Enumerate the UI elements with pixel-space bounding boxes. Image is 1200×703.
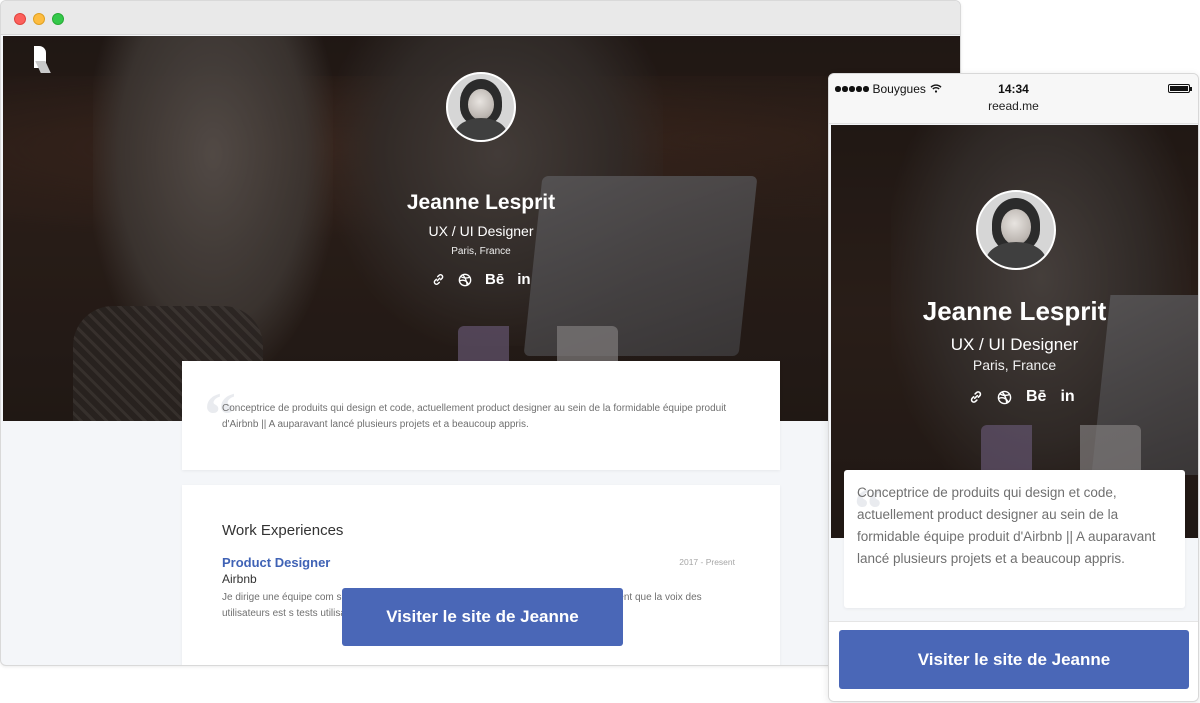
reead-logo-icon[interactable] — [34, 46, 52, 74]
profile-name: Jeanne Lesprit — [406, 191, 556, 214]
visit-site-button[interactable]: Visiter le site de Jeanne — [342, 588, 623, 646]
status-time: 14:34 — [998, 82, 1029, 96]
social-links: Bē in — [432, 271, 531, 288]
bio-card: “ Conceptrice de produits qui design et … — [182, 361, 780, 470]
mobile-status-bar: Bouygues 14:34 reead.me — [829, 74, 1198, 124]
mobile-device-frame: Bouygues 14:34 reead.me Jeanne Lesprit U… — [828, 73, 1199, 702]
browser-titlebar — [1, 1, 960, 35]
linkedin-icon[interactable]: in — [1060, 388, 1074, 406]
mobile-bio-card: “ Conceptrice de produits qui design et … — [844, 470, 1185, 608]
job-company: Airbnb — [222, 572, 257, 586]
dribbble-icon[interactable] — [997, 390, 1012, 405]
mobile-visit-site-button[interactable]: Visiter le site de Jeanne — [839, 630, 1189, 689]
profile-avatar — [446, 72, 516, 142]
behance-icon[interactable]: Bē — [485, 271, 504, 288]
link-icon[interactable] — [432, 273, 445, 286]
behance-icon[interactable]: Bē — [1026, 388, 1046, 406]
linkedin-icon[interactable]: in — [517, 271, 530, 288]
desktop-browser-window: Jeanne Lesprit UX / UI Designer Paris, F… — [0, 0, 961, 666]
mobile-profile-avatar — [976, 190, 1056, 270]
mobile-profile-title: UX / UI Designer — [950, 335, 1079, 354]
mobile-bio-text: Conceptrice de produits qui design et co… — [857, 485, 1156, 566]
mobile-profile-name: Jeanne Lesprit — [922, 296, 1107, 326]
dribbble-icon[interactable] — [458, 273, 472, 287]
battery-icon — [1168, 84, 1192, 93]
address-bar-url[interactable]: reead.me — [829, 99, 1198, 113]
mobile-social-links: Bē in — [969, 388, 1075, 406]
close-window-button[interactable] — [14, 13, 26, 25]
maximize-window-button[interactable] — [52, 13, 64, 25]
link-icon[interactable] — [969, 390, 983, 404]
minimize-window-button[interactable] — [33, 13, 45, 25]
bio-text: Conceptrice de produits qui design et co… — [222, 403, 727, 430]
profile-title: UX / UI Designer — [428, 223, 534, 239]
job-dates: 2017 - Present — [679, 557, 735, 567]
mobile-profile-location: Paris, France — [972, 357, 1057, 373]
mobile-cta-bar: Visiter le site de Jeanne — [829, 621, 1198, 701]
job-title-link[interactable]: Product Designer — [222, 555, 330, 570]
section-title-work-experiences: Work Experiences — [222, 522, 344, 539]
profile-location: Paris, France — [451, 246, 511, 257]
